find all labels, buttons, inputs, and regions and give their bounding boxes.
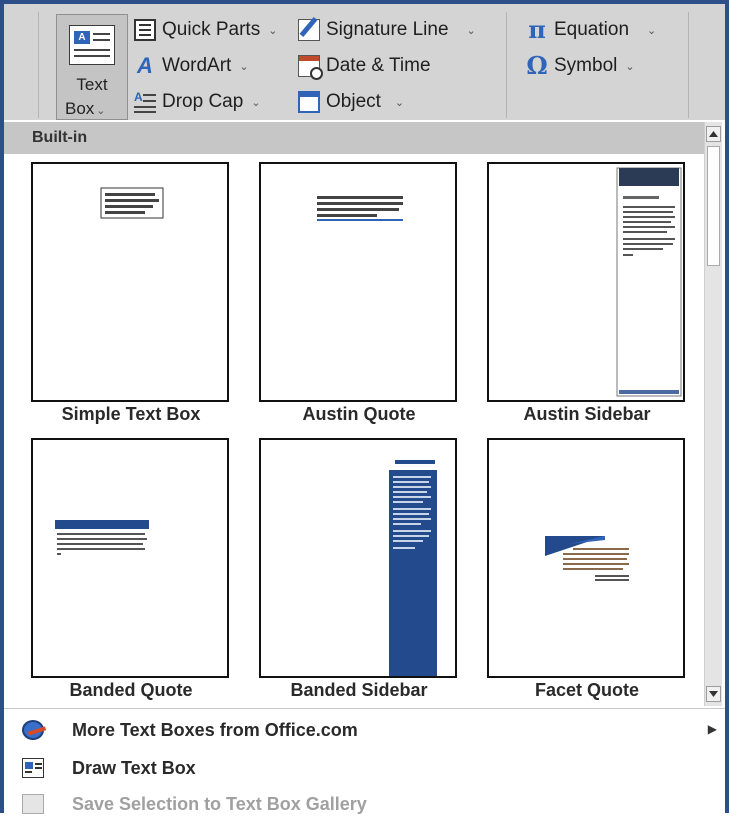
wordart-label: WordArt (162, 55, 232, 76)
submenu-arrow-icon: ▶ (707, 722, 717, 736)
gallery-section-header: Built-in (4, 122, 704, 154)
quick-parts-button[interactable]: Quick Parts ⌄ (134, 16, 277, 44)
save-selection-label: Save Selection to Text Box Gallery (72, 794, 367, 814)
chevron-down-icon: ⌄ (239, 60, 249, 73)
gallery-item-simple-text-box[interactable] (31, 162, 229, 402)
scrollbar-thumb[interactable] (707, 146, 720, 266)
quick-parts-label: Quick Parts (162, 19, 261, 40)
austin-quote-preview (317, 196, 403, 221)
signature-line-icon (298, 19, 320, 41)
pi-icon: π (528, 15, 546, 44)
equation-label: Equation (554, 19, 630, 40)
globe-icon (22, 720, 44, 740)
date-time-label: Date & Time (326, 55, 431, 76)
drop-cap-button[interactable]: A Drop Cap ⌄ (134, 88, 261, 116)
save-selection-icon (22, 794, 44, 814)
banded-sidebar-preview (389, 460, 437, 676)
text-box-icon: A (69, 25, 115, 65)
ribbon-separator (506, 12, 507, 118)
object-label: Object (326, 91, 381, 112)
banded-quote-preview (55, 520, 149, 555)
symbol-label: Symbol (554, 55, 618, 76)
gallery-caption: Austin Quote (302, 404, 416, 424)
text-box-label-2: Box (65, 99, 95, 118)
chevron-down-icon: ⌄ (251, 96, 261, 109)
austin-sidebar-preview (616, 167, 682, 397)
gallery-caption: Facet Quote (534, 680, 640, 700)
triangle-down-icon (709, 691, 718, 697)
symbol-button[interactable]: Ω Symbol ⌄ (526, 51, 635, 80)
chevron-down-icon: ⌄ (394, 96, 405, 109)
omega-icon: Ω (526, 51, 548, 80)
gallery-item-banded-quote[interactable] (31, 438, 229, 678)
date-time-button[interactable]: Date & Time (298, 52, 431, 80)
chevron-down-icon: ⌄ (268, 24, 278, 37)
gallery-item-austin-quote[interactable] (259, 162, 457, 402)
signature-line-label: Signature Line (326, 19, 449, 40)
chevron-down-icon: ⌄ (647, 24, 657, 37)
gallery-caption: Austin Sidebar (523, 404, 651, 424)
draw-text-box-icon (22, 758, 44, 778)
insert-ribbon-text-group: A Text Box ⌄ Quick Parts ⌄ A WordArt ⌄ A … (4, 4, 725, 120)
gallery-caption: Banded Quote (69, 680, 193, 700)
facet-quote-preview (545, 536, 629, 581)
draw-text-box-label: Draw Text Box (72, 758, 196, 778)
scroll-up-button[interactable] (706, 126, 721, 142)
built-in-label: Built-in (32, 129, 88, 146)
equation-button[interactable]: π Equation ⌄ (526, 16, 656, 44)
menu-separator (4, 708, 725, 709)
chevron-down-icon: ⌄ (625, 60, 635, 73)
gallery-item-banded-sidebar[interactable] (259, 438, 457, 678)
chevron-down-icon: ⌄ (96, 105, 106, 117)
chevron-down-icon: ⌄ (466, 24, 476, 37)
quick-parts-icon (134, 19, 156, 41)
gallery-caption: Simple Text Box (61, 404, 201, 424)
gallery-item-facet-quote[interactable] (487, 438, 685, 678)
object-icon (298, 91, 320, 113)
gallery-item-austin-sidebar[interactable] (487, 162, 685, 402)
draw-text-box-menu-item[interactable]: Draw Text Box (4, 750, 725, 786)
ribbon-separator (38, 12, 39, 118)
text-box-label: Text (76, 75, 108, 94)
object-button[interactable]: Object ⌄ (298, 88, 404, 116)
more-text-boxes-menu-item[interactable]: More Text Boxes from Office.com ▶ (4, 712, 725, 748)
wordart-button[interactable]: A WordArt ⌄ (134, 52, 249, 80)
save-selection-menu-item: Save Selection to Text Box Gallery (4, 786, 725, 822)
triangle-up-icon (709, 131, 718, 137)
gallery-scrollbar[interactable] (704, 122, 722, 706)
date-time-icon (298, 55, 323, 80)
scroll-down-button[interactable] (706, 686, 721, 702)
signature-line-button[interactable]: Signature Line ⌄ (298, 16, 476, 44)
simple-text-box-preview (100, 187, 164, 219)
ribbon-separator (688, 12, 689, 118)
text-box-button[interactable]: A Text Box ⌄ (56, 14, 128, 120)
drop-cap-icon: A (134, 91, 156, 113)
gallery-caption: Banded Sidebar (290, 680, 428, 700)
more-text-boxes-label: More Text Boxes from Office.com (72, 720, 358, 740)
drop-cap-label: Drop Cap (162, 91, 244, 112)
wordart-icon: A (137, 53, 153, 78)
